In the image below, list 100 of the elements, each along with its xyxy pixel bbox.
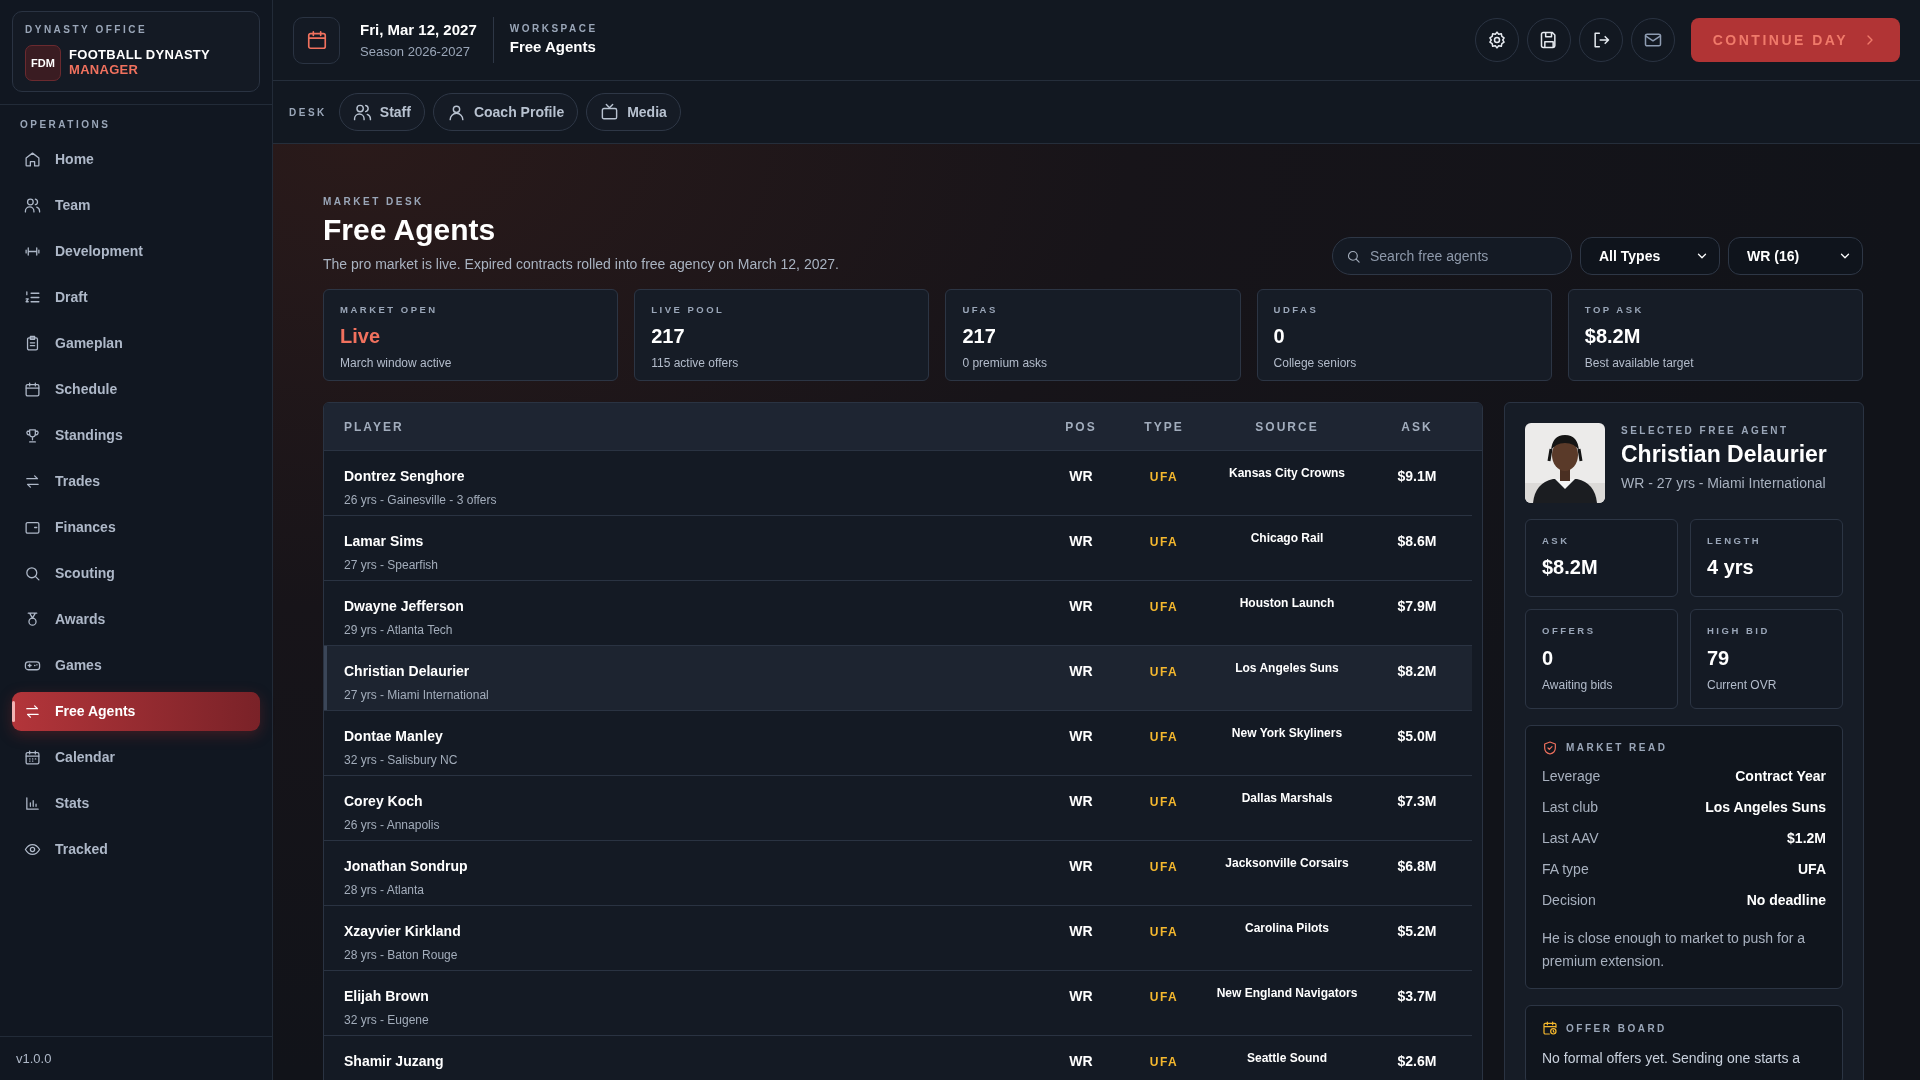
sidebar-item[interactable]: Development xyxy=(12,232,260,271)
season-label: Season 2026-2027 xyxy=(360,42,471,61)
info-value: Los Angeles Suns xyxy=(1705,797,1826,817)
desk-button[interactable]: Media xyxy=(586,93,681,131)
metric-value: 0 xyxy=(1542,645,1555,671)
stat-value: 217 xyxy=(651,324,686,350)
player-row[interactable]: Christian Delaurier 27 yrs - Miami International WR UFA Los Angeles Suns $8.2M xyxy=(324,646,1472,711)
position: WR xyxy=(1069,793,1093,809)
stat-note: Best available target xyxy=(1584,355,1695,373)
source-team: Kansas City Crowns xyxy=(1227,466,1346,481)
version-label: v1.0.0 xyxy=(0,1035,272,1080)
agent-type: UFA xyxy=(1149,990,1179,1004)
person-icon xyxy=(446,102,466,122)
swap-arrows-icon xyxy=(24,703,41,720)
player-row[interactable]: Corey Koch 26 yrs - Annapolis WR UFA Dallas Marshals $7.3M xyxy=(324,776,1472,841)
stat-value: Live xyxy=(340,324,382,350)
offer-board-text: No formal offers yet. Sending one starts a xyxy=(1542,1049,1802,1069)
filter-dropdown[interactable]: All Types xyxy=(1580,237,1720,275)
metric-note: Awaiting bids xyxy=(1542,676,1614,694)
player-name: Dontae Manley xyxy=(344,727,444,746)
stat-value: 0 xyxy=(1273,324,1286,350)
sidebar-item[interactable]: Home xyxy=(12,140,260,179)
sidebar-item[interactable]: Awards xyxy=(12,600,260,639)
sidebar-item[interactable]: Draft xyxy=(12,278,260,317)
market-note: He is close enough to market to push for a premium extension. xyxy=(1542,928,1807,972)
player-name: Christian Delaurier xyxy=(344,662,471,681)
info-label: Leverage xyxy=(1542,766,1601,786)
player-details: 28 yrs - Atlanta xyxy=(344,882,426,899)
stat-label: UFAS xyxy=(962,303,999,317)
stat-note: March window active xyxy=(340,355,453,373)
player-name: Elijah Brown xyxy=(344,987,430,1006)
player-row[interactable]: Dontae Manley 32 yrs - Salisbury NC WR UFA New York Skyliners $5.0M xyxy=(324,711,1472,776)
search-field[interactable]: Search free agents xyxy=(1332,237,1572,275)
asking-price: $5.0M xyxy=(1397,728,1437,744)
sidebar-item[interactable]: Free Agents xyxy=(12,692,260,731)
player-name: Xzayvier Kirkland xyxy=(344,922,462,941)
info-label: FA type xyxy=(1542,859,1589,879)
agent-type: UFA xyxy=(1149,860,1179,874)
desk-button[interactable]: Coach Profile xyxy=(432,93,579,131)
settings-button[interactable] xyxy=(1474,18,1519,62)
sidebar-item[interactable]: Scouting xyxy=(12,554,260,593)
calendar-button[interactable] xyxy=(293,16,340,64)
info-value: UFA xyxy=(1798,859,1826,879)
stat-label: MARKET OPEN xyxy=(340,303,439,317)
sidebar-item[interactable]: Standings xyxy=(12,416,260,455)
player-row[interactable]: Jonathan Sondrup 28 yrs - Atlanta WR UFA Jacksonville Corsairs $6.8M xyxy=(324,841,1472,906)
sidebar-item[interactable]: Trades xyxy=(12,462,260,501)
player-row[interactable]: Shamir Juzang WR UFA Seattle Sound $2.6M xyxy=(324,1036,1472,1080)
workspace-label: WORKSPACE xyxy=(509,22,598,37)
position: WR xyxy=(1069,988,1093,1004)
column-header: SOURCE xyxy=(1255,419,1319,434)
source-team: Los Angeles Suns xyxy=(1234,661,1340,676)
position: WR xyxy=(1069,923,1093,939)
current-date: Fri, Mar 12, 2027 xyxy=(360,20,477,40)
player-details: 29 yrs - Atlanta Tech xyxy=(344,622,454,639)
app-title: FOOTBALL DYNASTY xyxy=(69,48,211,63)
player-name: Shamir Juzang xyxy=(344,1052,445,1071)
position: WR xyxy=(1069,663,1093,679)
sidebar-item[interactable]: Team xyxy=(12,186,260,225)
mail-button[interactable] xyxy=(1630,18,1675,62)
tv-icon xyxy=(600,102,620,122)
player-details: 28 yrs - Baton Rouge xyxy=(344,947,459,964)
source-team: Houston Launch xyxy=(1238,596,1336,611)
wallet-icon xyxy=(24,519,41,536)
sidebar-item[interactable]: Calendar xyxy=(12,738,260,777)
asking-price: $5.2M xyxy=(1397,923,1437,939)
source-team: Carolina Pilots xyxy=(1244,921,1330,936)
player-row[interactable]: Xzayvier Kirkland 28 yrs - Baton Rouge WR UFA Carolina Pilots $5.2M xyxy=(324,906,1472,971)
source-team: Seattle Sound xyxy=(1246,1051,1328,1066)
logout-button[interactable] xyxy=(1578,18,1623,62)
agent-type: UFA xyxy=(1149,730,1179,744)
metric-note: Current OVR xyxy=(1707,676,1778,694)
sidebar-item[interactable]: Finances xyxy=(12,508,260,547)
stat-label: UDFAS xyxy=(1273,303,1320,317)
player-row[interactable]: Elijah Brown 32 yrs - Eugene WR UFA New England Navigators $3.7M xyxy=(324,971,1472,1036)
swap-arrows-icon xyxy=(24,473,41,490)
sidebar-item[interactable]: Schedule xyxy=(12,370,260,409)
section-title: MARKET READ xyxy=(1566,741,1668,755)
position: WR xyxy=(1069,858,1093,874)
sidebar-item[interactable]: Gameplan xyxy=(12,324,260,363)
player-row[interactable]: Lamar Sims 27 yrs - Spearfish WR UFA Chicago Rail $8.6M xyxy=(324,516,1472,581)
position: WR xyxy=(1069,728,1093,744)
desk-button[interactable]: Staff xyxy=(338,93,425,131)
sidebar-item[interactable]: Tracked xyxy=(12,830,260,869)
search-icon xyxy=(24,565,41,582)
agent-type: UFA xyxy=(1149,665,1179,679)
save-button[interactable] xyxy=(1526,18,1571,62)
player-name: Christian Delaurier xyxy=(1621,441,1827,469)
position: WR xyxy=(1069,1053,1093,1069)
agent-type: UFA xyxy=(1149,925,1179,939)
sidebar-item[interactable]: Games xyxy=(12,646,260,685)
logo: FDM xyxy=(25,45,61,81)
agent-type: UFA xyxy=(1149,795,1179,809)
filter-dropdown[interactable]: WR (16) xyxy=(1728,237,1863,275)
player-row[interactable]: Dontrez Senghore 26 yrs - Gainesville - 3 offers WR UFA Kansas City Crowns $9.1M xyxy=(324,451,1472,516)
stat-value: $8.2M xyxy=(1584,324,1642,350)
player-summary: WR - 27 yrs - Miami International xyxy=(1621,473,1827,493)
sidebar-item[interactable]: Stats xyxy=(12,784,260,823)
column-header: TYPE xyxy=(1144,419,1184,434)
metric-label: ASK xyxy=(1542,534,1571,548)
